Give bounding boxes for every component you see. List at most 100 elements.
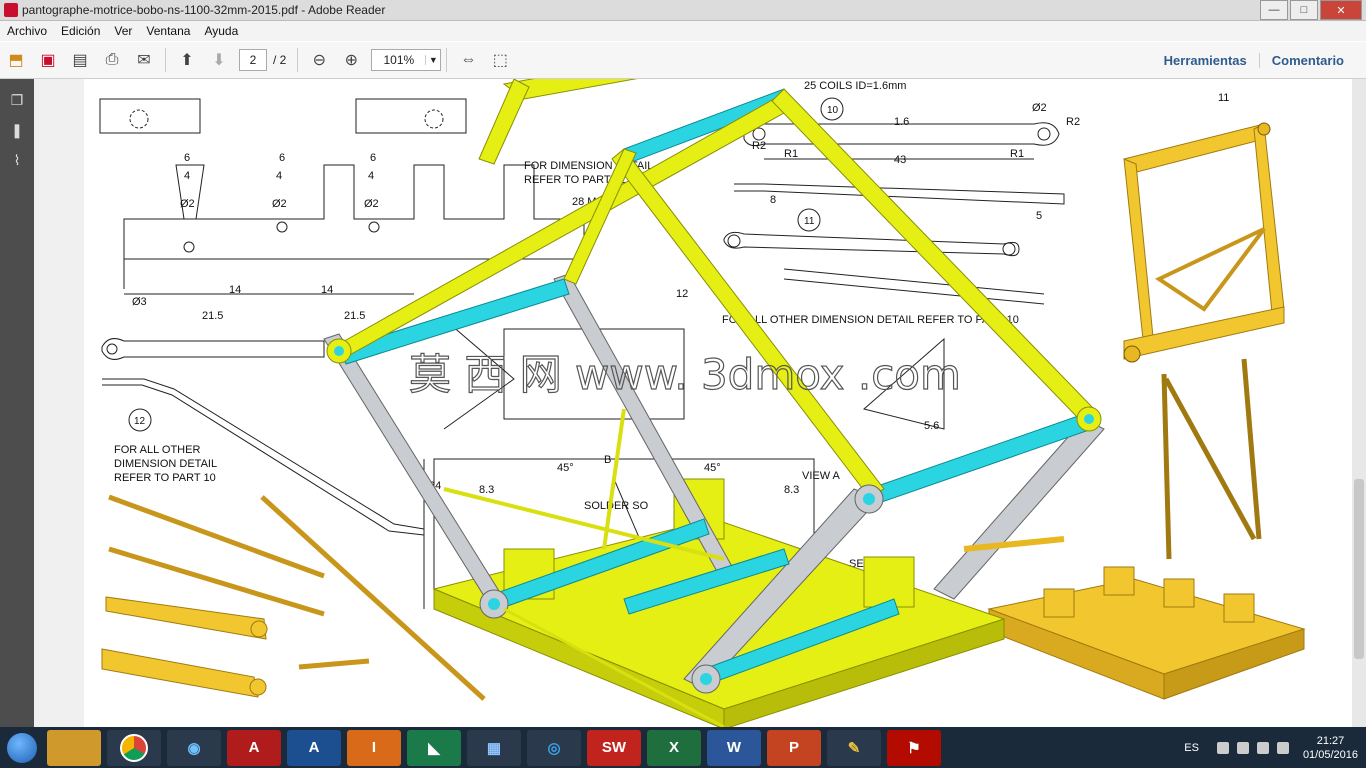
clock-time: 21:27 <box>1316 734 1345 747</box>
note-text: DIMENSION DETAIL <box>114 458 217 470</box>
dim-label: 11 <box>1218 92 1229 104</box>
zoom-value: 101% <box>383 53 415 67</box>
dim-label: 12 <box>676 288 688 300</box>
dim-label: 45° <box>557 462 574 474</box>
toolbar: ⬒ ▣ ▤ ⎙ ✉ ⬆ ⬇ 2 / 2 ⊖ ⊕ 101% ▼ ⇔ ⬚ Herra… <box>0 42 1366 79</box>
system-tray: ES 21:27 01/05/2016 <box>1184 727 1358 768</box>
menu-bar: Archivo Edición Ver Ventana Ayuda <box>0 21 1366 41</box>
app-icon[interactable]: ◉ <box>167 729 221 766</box>
chevron-down-icon: ▼ <box>425 55 440 65</box>
solidworks-icon[interactable]: SW <box>587 729 641 766</box>
chevron-up-icon[interactable] <box>1216 741 1229 754</box>
menu-ventana[interactable]: Ventana <box>139 24 197 38</box>
paint-icon[interactable]: ✎ <box>827 729 881 766</box>
next-page-icon[interactable]: ⬇ <box>206 47 232 73</box>
open-icon[interactable]: ⬒ <box>3 47 29 73</box>
dim-label: Ø2 <box>272 198 287 210</box>
dim-label: 21.5 <box>344 310 365 322</box>
print-icon[interactable]: ⎙ <box>99 47 125 73</box>
bookmarks-icon[interactable]: ❚ <box>8 121 26 139</box>
part-number: 11 <box>804 216 815 227</box>
part-link-render <box>1161 358 1262 560</box>
email-icon[interactable]: ✉ <box>131 47 157 73</box>
view-label: VIEW A <box>802 470 841 482</box>
title-bar: pantographe-motrice-bobo-ns-1100-32mm-20… <box>0 0 1366 21</box>
scrollbar-thumb[interactable] <box>1354 479 1364 659</box>
dim-label: 21.5 <box>202 310 223 322</box>
dim-label: Ø2 <box>180 198 195 210</box>
word-icon[interactable]: W <box>707 729 761 766</box>
tools-tab[interactable]: Herramientas <box>1152 53 1259 68</box>
menu-archivo[interactable]: Archivo <box>0 24 54 38</box>
part-number: 10 <box>827 105 839 116</box>
page-number-input[interactable]: 2 <box>239 49 267 71</box>
taskbar: ◉ A A I ◣ ▦ ◎ SW X W P ✎ ⚑ ES 21:27 01/0… <box>0 727 1366 768</box>
autodesk-icon[interactable]: A <box>287 729 341 766</box>
fit-page-icon[interactable]: ⇔ <box>455 47 481 73</box>
menu-edicion[interactable]: Edición <box>54 24 107 38</box>
vertical-scrollbar[interactable] <box>1352 79 1366 727</box>
zoom-in-icon[interactable]: ⊕ <box>338 47 364 73</box>
part-number: 12 <box>134 416 146 427</box>
chrome-icon[interactable] <box>107 729 161 766</box>
dim-label: 6 <box>370 152 376 164</box>
pantograph-render <box>323 18 1105 730</box>
navigation-panel: ❐ ❚ ⌇ <box>0 79 34 727</box>
part-base-render <box>987 566 1306 700</box>
attachments-icon[interactable]: ⌇ <box>8 151 26 169</box>
inventor-icon[interactable]: I <box>347 729 401 766</box>
part-frame-render <box>1123 122 1285 363</box>
adobe-reader-icon <box>4 3 18 17</box>
autocad-icon[interactable]: A <box>227 729 281 766</box>
flag-icon[interactable] <box>1236 741 1249 754</box>
watermark-text: 莫 西 网 www. 3dmox .com <box>409 350 961 399</box>
zoom-select[interactable]: 101% ▼ <box>371 49 442 71</box>
clock-date: 01/05/2016 <box>1302 748 1358 761</box>
revit-icon[interactable]: ▦ <box>467 729 521 766</box>
maximize-button[interactable]: □ <box>1290 0 1318 20</box>
note-text: REFER TO PART 10 <box>114 472 216 484</box>
toolbar-separator <box>446 48 448 72</box>
save-icon[interactable]: ▤ <box>67 47 93 73</box>
dim-label: 8 <box>770 194 776 206</box>
minimize-button[interactable]: — <box>1260 0 1288 20</box>
part-arms-render <box>101 596 268 698</box>
dim-label: 4 <box>368 170 374 182</box>
volume-icon[interactable] <box>1276 741 1289 754</box>
dim-label: 43 <box>894 154 906 166</box>
view-label: B <box>604 454 611 466</box>
clock[interactable]: 21:27 01/05/2016 <box>1303 734 1358 762</box>
network-icon[interactable] <box>1256 741 1269 754</box>
dim-label: 8.3 <box>784 484 799 496</box>
dim-label: 1.6 <box>894 116 909 128</box>
powerpoint-icon[interactable]: P <box>767 729 821 766</box>
green-app-icon[interactable]: ◣ <box>407 729 461 766</box>
keyshot-icon[interactable]: ◎ <box>527 729 581 766</box>
close-button[interactable]: ✕ <box>1320 0 1362 20</box>
dim-label: 14 <box>229 284 241 296</box>
menu-ayuda[interactable]: Ayuda <box>197 24 245 38</box>
dim-label: 4 <box>276 170 282 182</box>
start-button[interactable] <box>0 729 44 767</box>
windows-start-icon <box>7 732 37 763</box>
dim-label: 4 <box>184 170 190 182</box>
note-text: FOR ALL OTHER DIMENSION DETAIL REFER TO … <box>722 314 1019 326</box>
previous-page-icon[interactable]: ⬆ <box>174 47 200 73</box>
comment-tab[interactable]: Comentario <box>1258 52 1356 68</box>
page-thumbnails-icon[interactable]: ❐ <box>8 91 26 109</box>
menu-ver[interactable]: Ver <box>107 24 139 38</box>
fit-width-icon[interactable]: ⬚ <box>487 47 513 73</box>
file-explorer-icon[interactable] <box>47 729 101 766</box>
window-controls: — □ ✕ <box>1258 0 1362 20</box>
language-indicator[interactable]: ES <box>1184 742 1199 754</box>
note-text: SOLDER SO <box>584 500 649 512</box>
toolbar-separator <box>297 48 299 72</box>
dim-label: R2 <box>752 140 766 152</box>
toolbar-separator <box>165 48 166 72</box>
excel-icon[interactable]: X <box>647 729 701 766</box>
zoom-out-icon[interactable]: ⊖ <box>306 47 332 73</box>
acrobat-icon[interactable]: ⚑ <box>887 729 941 766</box>
create-pdf-icon[interactable]: ▣ <box>35 47 61 73</box>
document-area: 6 6 6 4 4 4 Ø2 Ø2 Ø2 Ø3 14 14 21.5 21.5 … <box>34 18 1352 730</box>
window-title: pantographe-motrice-bobo-ns-1100-32mm-20… <box>22 3 386 17</box>
